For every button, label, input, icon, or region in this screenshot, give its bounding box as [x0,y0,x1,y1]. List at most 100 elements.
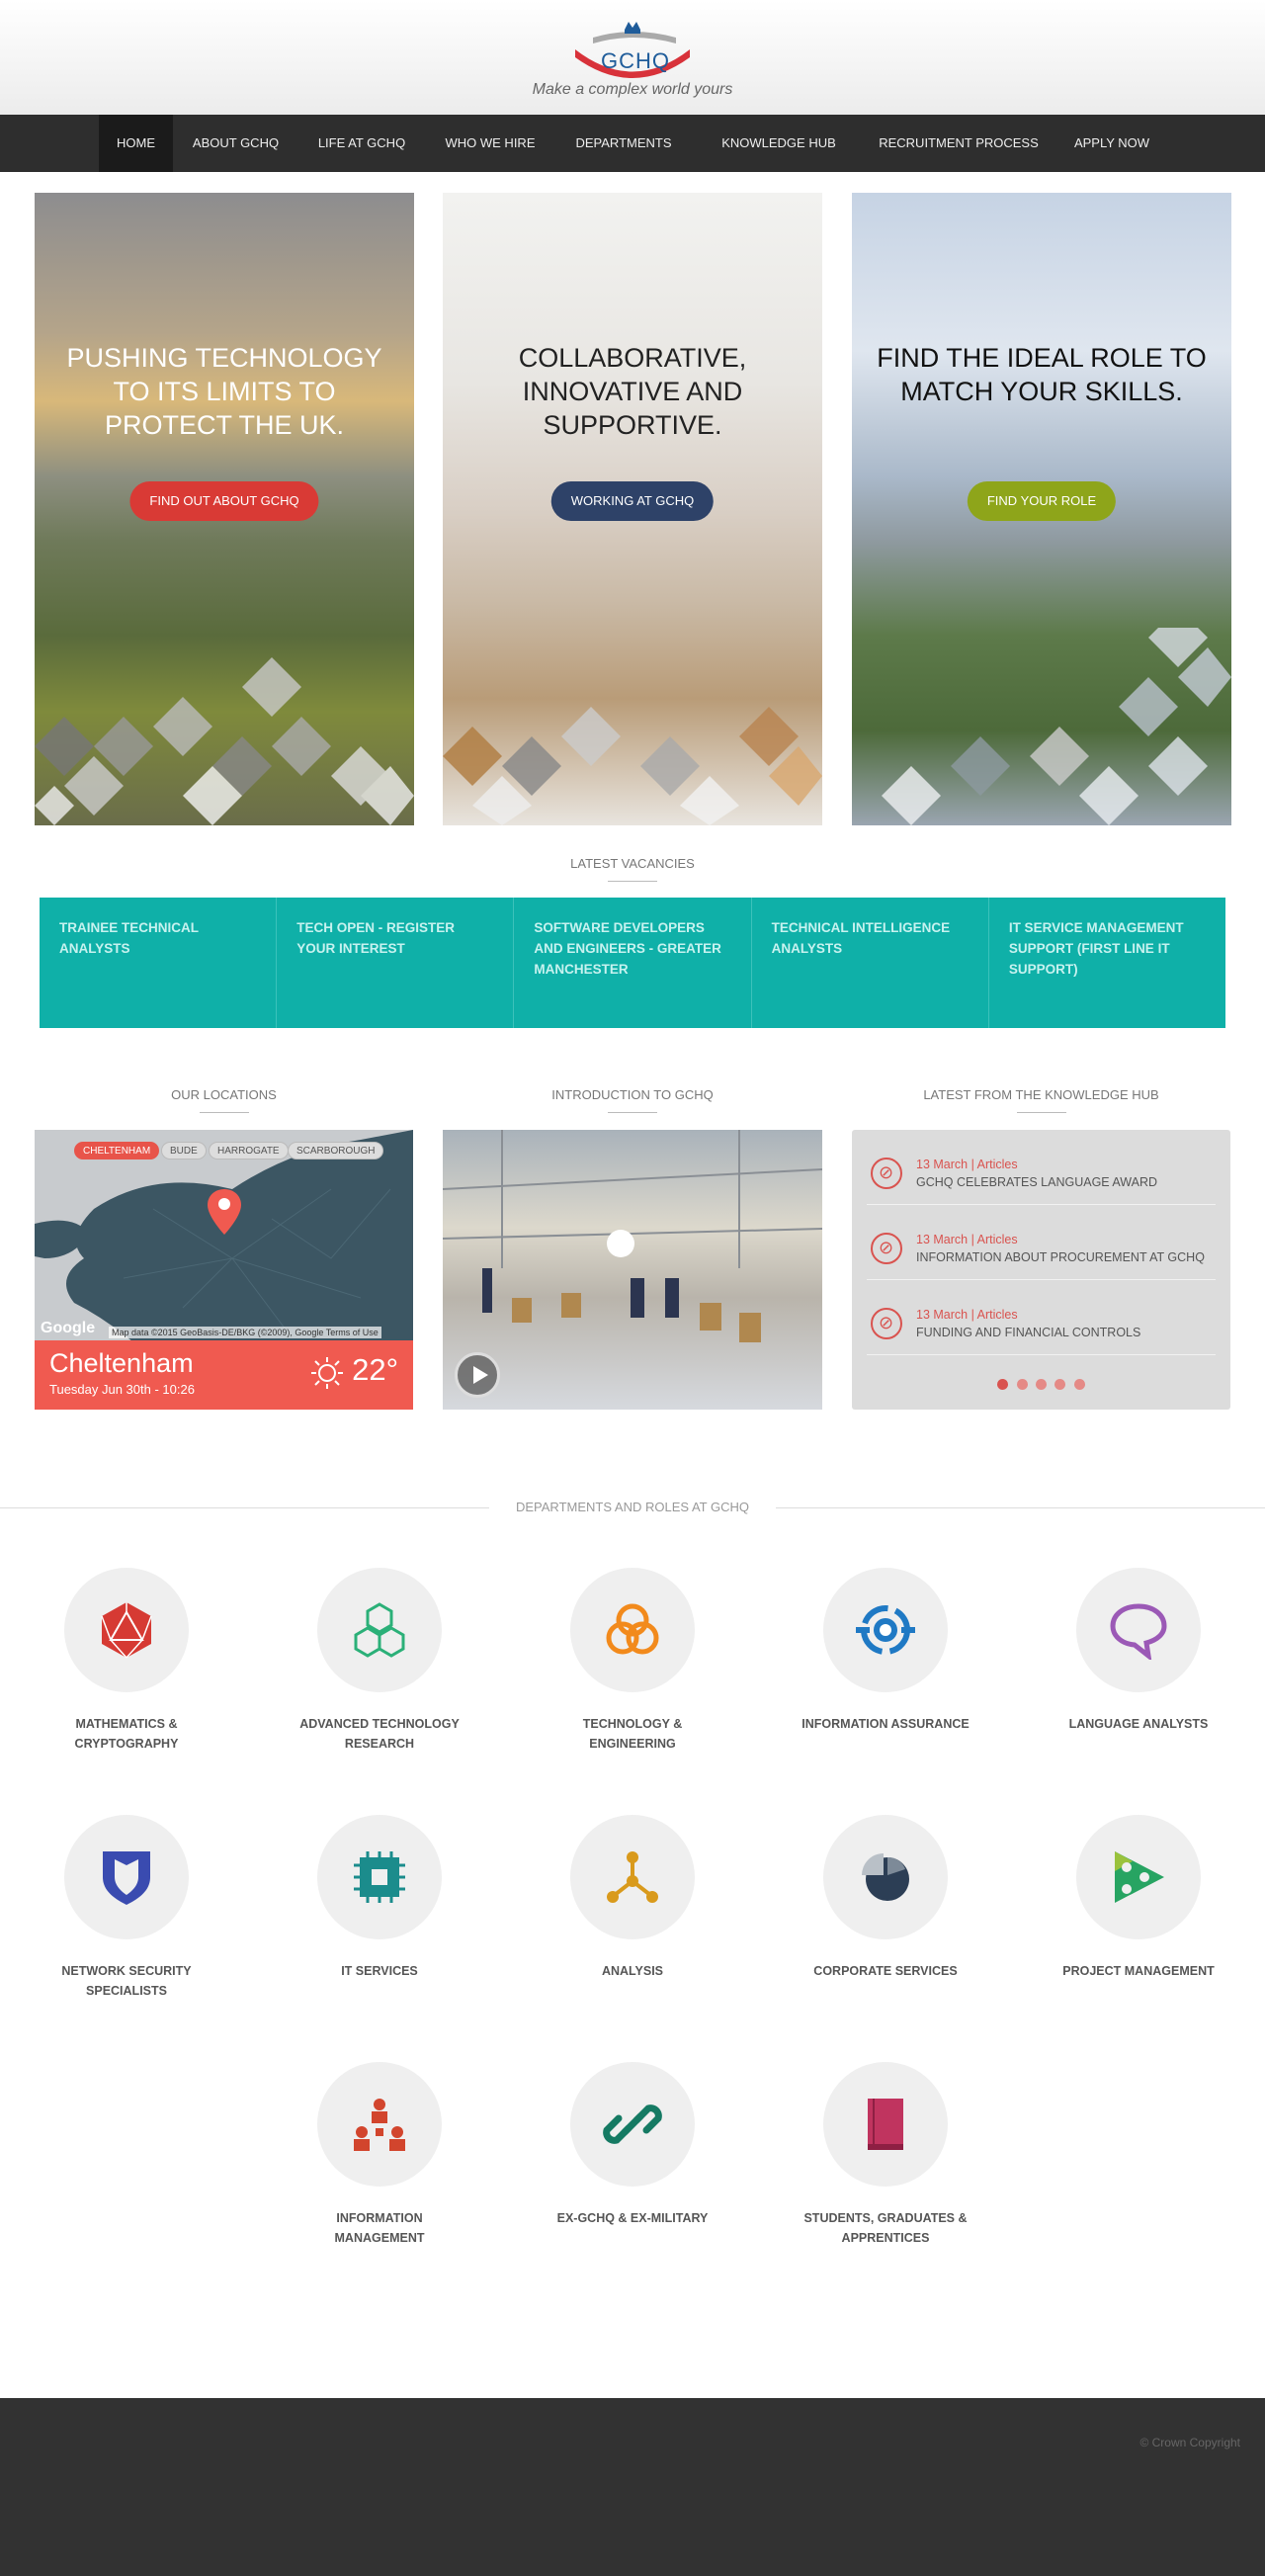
department-mathematics[interactable]: MATHEMATICS & CRYPTOGRAPHY [42,1568,211,1754]
article-title[interactable]: FUNDING AND FINANCIAL CONTROLS [916,1326,1140,1339]
department-label[interactable]: ANALYSIS [548,1961,717,1981]
logo-text: GCHQ [601,48,670,73]
department-corporate-services[interactable]: CORPORATE SERVICES [801,1815,970,1981]
carousel-dot[interactable] [1016,1379,1028,1390]
department-label[interactable]: NETWORK SECURITY SPECIALISTS [42,1961,211,2001]
site-footer: © Crown Copyright [0,2398,1265,2576]
knowledge-hub-item[interactable]: 13 March | Articles GCHQ CELEBRATES LANG… [867,1130,1216,1205]
knowledge-hub-item[interactable]: 13 March | Articles FUNDING AND FINANCIA… [867,1280,1216,1355]
article-title[interactable]: GCHQ CELEBRATES LANGUAGE AWARD [916,1175,1157,1189]
department-information-assurance[interactable]: INFORMATION ASSURANCE [801,1568,970,1734]
google-logo: Google [41,1320,96,1336]
tagline: Make a complex world yours [532,81,733,98]
nav-knowledge-hub[interactable]: KNOWLEDGE HUB [702,115,856,172]
department-label[interactable]: EX-GCHQ & EX-MILITARY [548,2208,717,2228]
department-label[interactable]: LANGUAGE ANALYSTS [1054,1714,1223,1734]
nodes-icon [607,1851,658,1903]
hero-panel-technology: PUSHING TECHNOLOGY TO ITS LIMITS TO PROT… [35,193,414,825]
department-project-management[interactable]: PROJECT MANAGEMENT [1054,1815,1223,1981]
carousel-dot[interactable] [1036,1379,1047,1390]
department-icon-circle[interactable] [570,1815,695,1939]
department-icon-circle[interactable] [823,1568,948,1692]
vacancy-link[interactable]: SOFTWARE DEVELOPERS AND ENGINEERS - GREA… [514,898,752,1028]
department-icon-circle[interactable] [1076,1568,1201,1692]
department-icon-circle[interactable] [317,2062,442,2187]
link-icon [871,1233,902,1264]
locations-map[interactable]: CHELTENHAM BUDE HARROGATE SCARBOROUGH Go… [35,1130,413,1410]
department-icon-circle[interactable] [570,1568,695,1692]
vacancy-link[interactable]: TECHNICAL INTELLIGENCE ANALYSTS [752,898,989,1028]
nav-apply[interactable]: APPLY NOW [1057,115,1166,172]
locations-heading: OUR LOCATIONS [35,1087,413,1113]
diamond-pattern [882,628,1231,825]
icosahedron-icon [101,1602,152,1659]
knowledge-hub-heading-text: LATEST FROM THE KNOWLEDGE HUB [923,1087,1159,1102]
main-nav: HOME ABOUT GCHQ LIFE AT GCHQ WHO WE HIRE… [0,115,1265,172]
uk-map-graphic [35,1130,413,1342]
copyright: © Crown Copyright [1139,2436,1240,2449]
department-analysis[interactable]: ANALYSIS [548,1815,717,1981]
department-label[interactable]: CORPORATE SERVICES [801,1961,970,1981]
carousel-dots [852,1377,1230,1395]
find-out-about-gchq-button[interactable]: FIND OUT ABOUT GCHQ [129,481,319,521]
nav-life[interactable]: LIFE AT GCHQ [301,115,422,172]
department-label[interactable]: PROJECT MANAGEMENT [1054,1961,1223,1981]
department-icon-circle[interactable] [1076,1815,1201,1939]
department-icon-circle[interactable] [64,1815,189,1939]
site-header: GCHQ Make a complex world yours [0,0,1265,115]
location-tag-cheltenham[interactable]: CHELTENHAM [74,1142,160,1159]
department-advanced-technology-research[interactable]: ADVANCED TECHNOLOGY RESEARCH [295,1568,464,1754]
org-chart-icon [354,2099,405,2151]
department-icon-circle[interactable] [317,1815,442,1939]
nav-recruitment[interactable]: RECRUITMENT PROCESS [870,115,1048,172]
department-ex-gchq-military[interactable]: EX-GCHQ & EX-MILITARY [548,2062,717,2228]
department-icon-circle[interactable] [823,1815,948,1939]
department-icon-circle[interactable] [570,2062,695,2187]
department-label[interactable]: STUDENTS, GRADUATES & APPRENTICES [801,2208,970,2248]
map-pin-icon[interactable] [208,1189,241,1235]
weather-city: Cheltenham [49,1348,194,1378]
diamond-pattern [35,657,414,825]
vacancy-link[interactable]: TECH OPEN - REGISTER YOUR INTEREST [277,898,515,1028]
sun-icon [311,1357,343,1389]
carousel-dot[interactable] [1054,1379,1066,1390]
department-label[interactable]: MATHEMATICS & CRYPTOGRAPHY [42,1714,211,1754]
department-it-services[interactable]: IT SERVICES [295,1815,464,1981]
rings-icon [606,1603,659,1655]
nav-departments[interactable]: DEPARTMENTS [561,115,686,172]
department-students-graduates[interactable]: STUDENTS, GRADUATES & APPRENTICES [801,2062,970,2248]
department-label[interactable]: IT SERVICES [295,1961,464,1981]
carousel-dot[interactable] [1073,1379,1085,1390]
find-your-role-button[interactable]: FIND YOUR ROLE [967,481,1117,521]
department-label[interactable]: INFORMATION MANAGEMENT [295,2208,464,2248]
department-label[interactable]: INFORMATION ASSURANCE [801,1714,970,1734]
knowledge-hub-item[interactable]: 13 March | Articles INFORMATION ABOUT PR… [867,1205,1216,1280]
department-network-security[interactable]: NETWORK SECURITY SPECIALISTS [42,1815,211,2001]
department-label[interactable]: ADVANCED TECHNOLOGY RESEARCH [295,1714,464,1754]
nav-who-we-hire[interactable]: WHO WE HIRE [430,115,550,172]
hero-title: PUSHING TECHNOLOGY TO ITS LIMITS TO PROT… [66,343,382,440]
location-tag-scarborough[interactable]: SCARBOROUGH [288,1142,384,1159]
map-credit[interactable]: Map data ©2015 GeoBasis-DE/BKG (©2009), … [109,1327,381,1338]
location-tag-bude[interactable]: BUDE [161,1142,207,1159]
vacancy-link[interactable]: TRAINEE TECHNICAL ANALYSTS [40,898,278,1028]
nav-home[interactable]: HOME [99,115,173,172]
location-tag-harrogate[interactable]: HARROGATE [209,1142,289,1159]
article-title[interactable]: INFORMATION ABOUT PROCUREMENT AT GCHQ [916,1250,1205,1264]
book-icon [868,2099,903,2150]
working-at-gchq-button[interactable]: WORKING AT GCHQ [550,481,715,521]
department-icon-circle[interactable] [823,2062,948,2187]
play-button-icon[interactable] [455,1352,500,1398]
knowledge-hub-panel: 13 March | Articles GCHQ CELEBRATES LANG… [852,1130,1230,1410]
nav-about[interactable]: ABOUT GCHQ [178,115,294,172]
department-technology-engineering[interactable]: TECHNOLOGY & ENGINEERING [548,1568,717,1754]
intro-video[interactable] [443,1130,822,1410]
article-meta: 13 March | Articles [916,1308,1018,1322]
department-icon-circle[interactable] [317,1568,442,1692]
department-icon-circle[interactable] [64,1568,189,1692]
department-information-management[interactable]: INFORMATION MANAGEMENT [295,2062,464,2248]
vacancy-link[interactable]: IT SERVICE MANAGEMENT SUPPORT (FIRST LIN… [989,898,1225,1028]
department-label[interactable]: TECHNOLOGY & ENGINEERING [548,1714,717,1754]
department-language-analysts[interactable]: LANGUAGE ANALYSTS [1054,1568,1223,1734]
carousel-dot[interactable] [997,1379,1009,1390]
